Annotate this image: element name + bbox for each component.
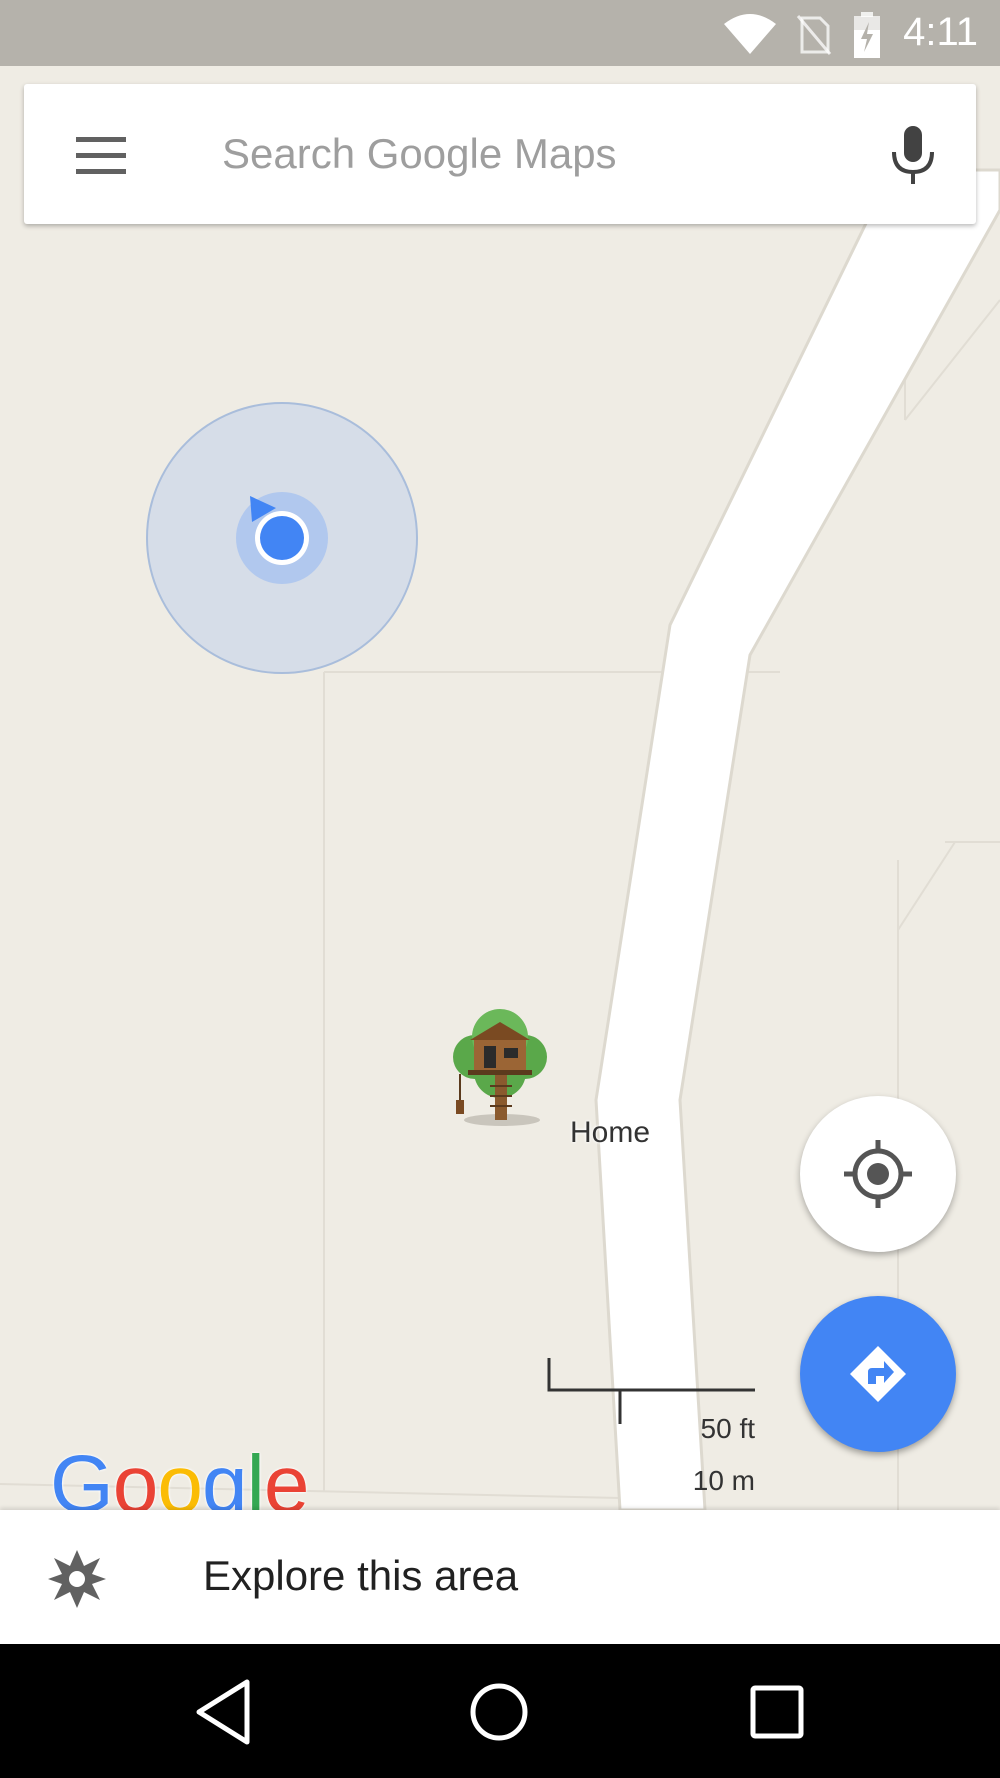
- google-logo-letter: G: [50, 1439, 114, 1511]
- google-logo-letter: o: [157, 1439, 203, 1511]
- scale-metric: 10 m: [692, 1465, 755, 1496]
- google-logo: Google: [50, 1444, 309, 1511]
- treehouse-icon[interactable]: [440, 1002, 560, 1132]
- google-logo-letter: l: [246, 1439, 265, 1511]
- status-time: 4:11: [903, 10, 978, 54]
- google-logo-letter: e: [263, 1439, 310, 1511]
- directions-icon: [850, 1346, 906, 1402]
- status-bar: 4:11: [0, 0, 1000, 66]
- home-icon[interactable]: [461, 1674, 537, 1750]
- explore-label: Explore this area: [203, 1552, 519, 1599]
- my-location-button[interactable]: [800, 1096, 956, 1252]
- my-location-icon: [844, 1140, 912, 1208]
- microphone-icon[interactable]: [880, 122, 946, 188]
- scale-imperial: 50 ft: [700, 1413, 755, 1444]
- google-logo-letter: o: [112, 1439, 159, 1511]
- no-sim-icon: [796, 15, 832, 55]
- battery-charging-icon: [854, 12, 880, 58]
- search-bar: [24, 84, 976, 224]
- map-canvas[interactable]: Home 50 ft 10 m Google: [0, 66, 1000, 1510]
- google-logo-letter: g: [202, 1439, 248, 1511]
- place-label-home[interactable]: Home: [570, 1116, 650, 1150]
- map-background: [0, 168, 1000, 1510]
- directions-button[interactable]: [800, 1296, 956, 1452]
- explore-compass-icon: [48, 1550, 106, 1608]
- back-icon[interactable]: [185, 1674, 261, 1750]
- navigation-bar: [0, 1644, 1000, 1778]
- wifi-icon: [724, 14, 776, 54]
- hamburger-menu-icon[interactable]: [68, 122, 134, 188]
- explore-panel[interactable]: Explore this area: [0, 1510, 1000, 1644]
- recents-icon[interactable]: [739, 1674, 815, 1750]
- search-input[interactable]: [222, 122, 862, 186]
